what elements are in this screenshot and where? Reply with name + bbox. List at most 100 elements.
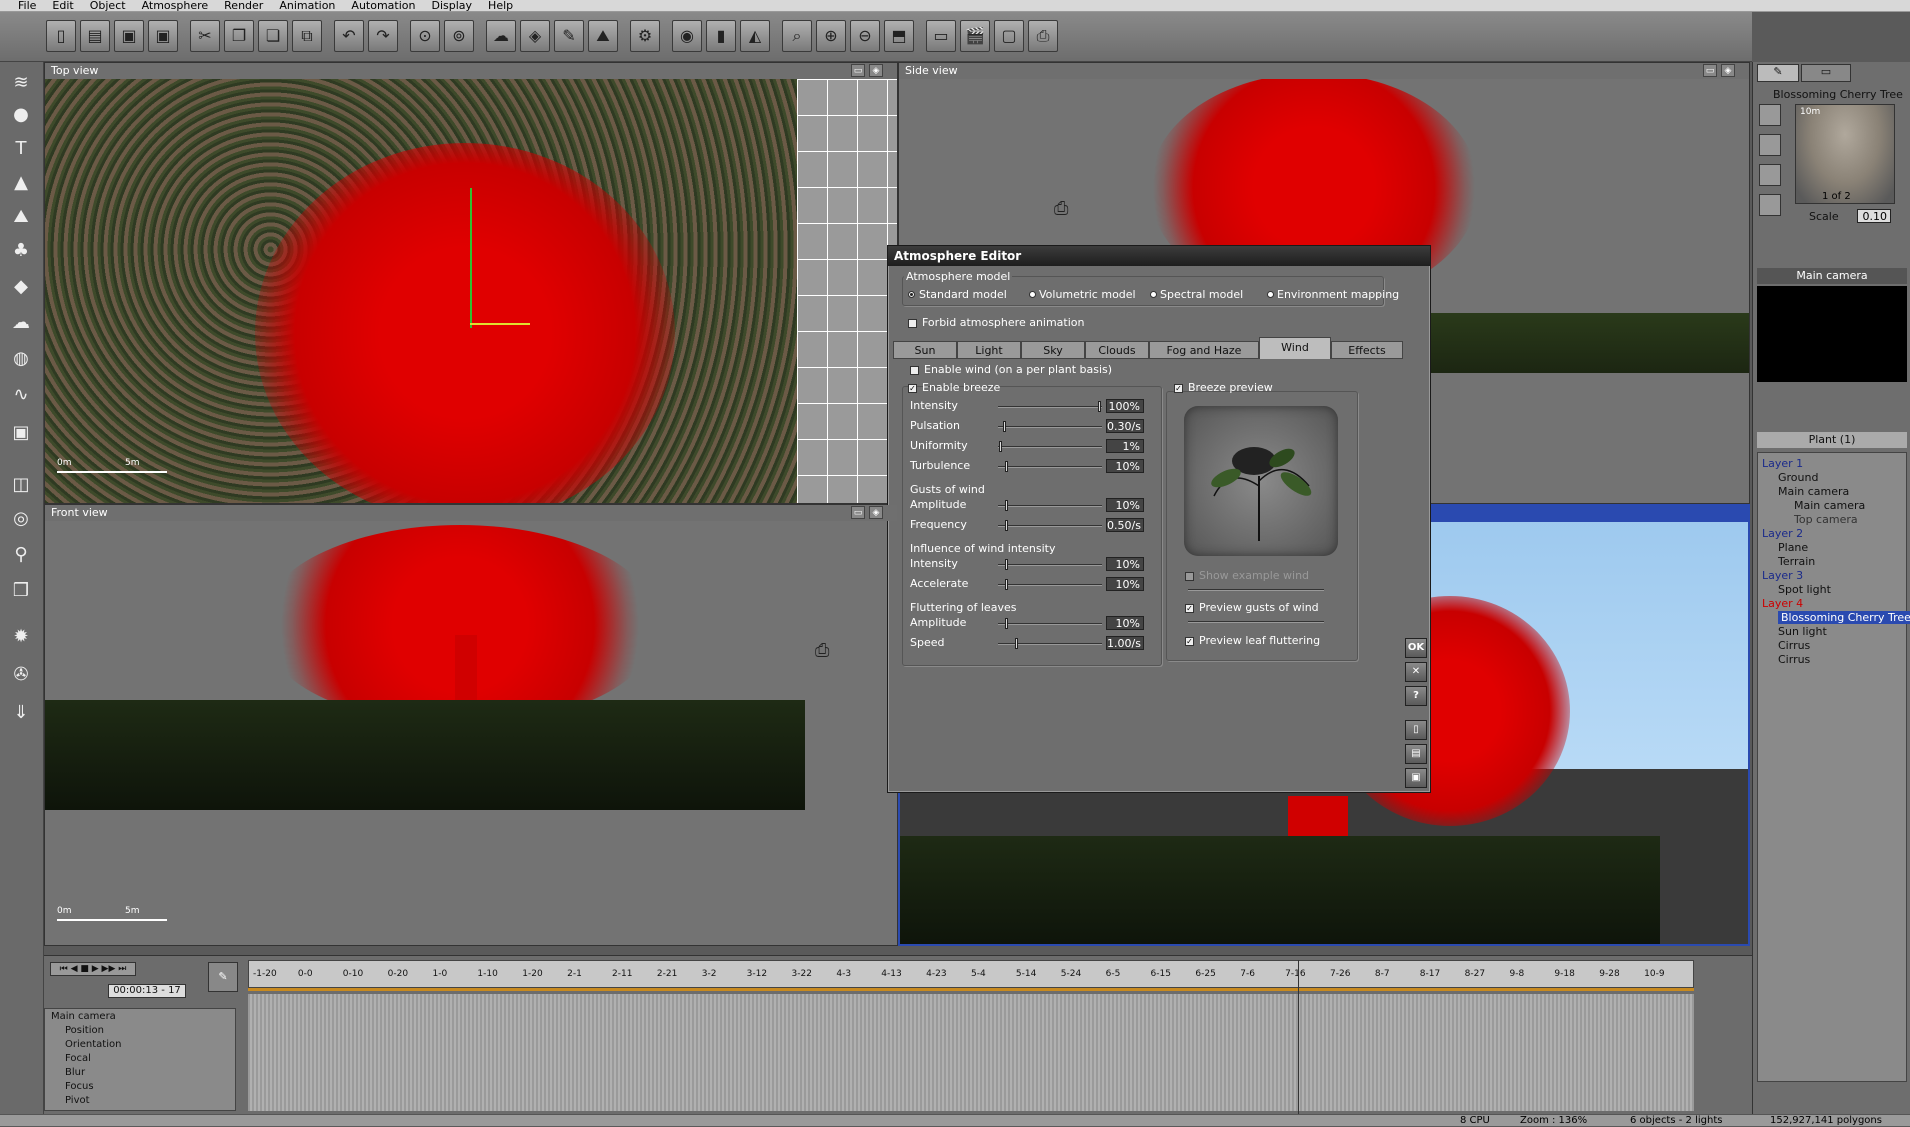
material-btn[interactable] (1759, 104, 1781, 126)
tab-fog-and-haze[interactable]: Fog and Haze (1149, 341, 1259, 359)
menu-display[interactable]: Display (424, 0, 481, 11)
example-wind-slider[interactable] (1188, 589, 1324, 591)
zoom-in-icon[interactable]: ⊕ (816, 20, 846, 52)
material-preview[interactable]: 10m 1 of 2 (1795, 104, 1895, 204)
preview-leaf-checkbox[interactable]: ✓ (1185, 637, 1194, 646)
menu-atmosphere[interactable]: Atmosphere (134, 0, 217, 11)
menu-automation[interactable]: Automation (343, 0, 423, 11)
save-atmosphere-button[interactable]: ▣ (1405, 768, 1427, 788)
layer-item[interactable]: Layer 1 (1762, 457, 1803, 470)
world-item[interactable]: Sun light (1778, 625, 1827, 638)
tab-library[interactable]: ▭ (1801, 64, 1851, 82)
save-icon[interactable]: ▣ (114, 20, 144, 52)
flutter-amplitude-value[interactable]: 10% (1106, 616, 1144, 630)
camera-selector[interactable]: Main camera (1757, 268, 1907, 284)
redo-icon[interactable]: ↷ (368, 20, 398, 52)
plant-icon[interactable]: ♣ (5, 236, 37, 266)
camera-icon[interactable]: ⎙ (1028, 20, 1058, 52)
gusts-preview-slider[interactable] (1188, 621, 1324, 623)
influence-accelerate-value[interactable]: 10% (1106, 577, 1144, 591)
radio-environment-mapping[interactable] (1267, 291, 1274, 298)
camera-icon[interactable]: ⎙ (815, 640, 829, 661)
radio-standard-model[interactable] (908, 291, 915, 298)
front-viewport[interactable]: Front view ▭ ◈ ⎙ 0m 5m (44, 504, 898, 946)
gusts-frequency-value[interactable]: 0.50/s (1106, 518, 1144, 532)
clapper-icon[interactable]: 🎬 (960, 20, 990, 52)
influence-intensity-slider[interactable] (998, 559, 1102, 570)
preview-gusts-checkbox[interactable]: ✓ (1185, 604, 1194, 613)
select-icon[interactable]: ⊙ (410, 20, 440, 52)
influence-intensity-value[interactable]: 10% (1106, 557, 1144, 571)
boolean-icon[interactable]: ◫ (5, 470, 37, 500)
terrain-icon[interactable]: ▲ (5, 168, 37, 198)
breeze-intensity-value[interactable]: 100% (1106, 399, 1144, 413)
enable-wind-checkbox[interactable] (910, 366, 919, 375)
influence-accelerate-slider-knob[interactable] (1005, 579, 1008, 590)
track-item[interactable]: Pivot (65, 1095, 90, 1106)
world-item[interactable]: Cirrus (1778, 653, 1810, 666)
camera-icon[interactable]: ⎙ (1054, 198, 1068, 219)
text-icon[interactable]: T (5, 134, 37, 164)
breeze-uniformity-slider[interactable] (998, 441, 1102, 452)
flutter-speed-slider-knob[interactable] (1015, 638, 1018, 649)
undo-icon[interactable]: ↶ (334, 20, 364, 52)
metablob-icon[interactable]: ◎ (5, 504, 37, 534)
layer-item[interactable]: Layer 4 (1762, 597, 1803, 610)
flutter-speed-value[interactable]: 1.00/s (1106, 636, 1144, 650)
plant-editor-icon[interactable]: ✎ (554, 20, 584, 52)
track-item[interactable]: Position (65, 1025, 104, 1036)
checker-icon[interactable] (1759, 134, 1781, 156)
breeze-turbulence-slider-knob[interactable] (1005, 461, 1008, 472)
menu-file[interactable]: File (10, 0, 44, 11)
new-atmosphere-button[interactable]: ▯ (1405, 720, 1427, 740)
world-item[interactable]: Terrain (1778, 555, 1815, 568)
menu-help[interactable]: Help (480, 0, 521, 11)
world-item[interactable]: Main camera (1778, 485, 1849, 498)
world-item[interactable]: Main camera (1794, 499, 1865, 512)
radio-spectral-model[interactable] (1150, 291, 1157, 298)
zoom-out-icon[interactable]: ⊖ (850, 20, 880, 52)
terrain-editor-icon[interactable]: ⛰ (588, 20, 618, 52)
track-item[interactable]: Main camera (51, 1011, 116, 1022)
rock-icon[interactable]: ◆ (5, 272, 37, 302)
maximize-icon[interactable]: ▭ (851, 64, 865, 77)
layer-item[interactable]: Layer 3 (1762, 569, 1803, 582)
breeze-intensity-slider-knob[interactable] (1098, 401, 1101, 412)
tab-effects[interactable]: Effects (1331, 341, 1403, 359)
film-icon[interactable]: ▭ (926, 20, 956, 52)
playback-controls[interactable]: ⏮ ◀ ■ ▶ ▶▶ ⏭ (50, 962, 136, 976)
save-as-icon[interactable]: ▣ (148, 20, 178, 52)
water-icon[interactable]: ≋ (5, 68, 37, 98)
track-item[interactable]: Focal (65, 1053, 91, 1064)
open-icon[interactable]: ▤ (80, 20, 110, 52)
gusts-frequency-slider[interactable] (998, 520, 1102, 531)
world-item[interactable]: Plane (1778, 541, 1808, 554)
track-item[interactable]: Focus (65, 1081, 94, 1092)
keyframe-icon[interactable]: ✎ (208, 962, 238, 992)
world-item[interactable]: Top camera (1794, 513, 1858, 526)
breeze-pulsation-slider-knob[interactable] (1003, 421, 1006, 432)
world-item[interactable]: Blossoming Cherry Tree (1778, 611, 1910, 624)
flutter-speed-slider[interactable] (998, 638, 1102, 649)
breeze-pulsation-slider[interactable] (998, 421, 1102, 432)
time-ruler[interactable]: -1-20 0-0 0-10 0-20 1-0 1-10 1-20 2-1 2-11 2-21 3-… (248, 960, 1694, 988)
influence-accelerate-slider[interactable] (998, 579, 1102, 590)
select-all-icon[interactable]: ⊚ (444, 20, 474, 52)
render-icon[interactable]: ◉ (672, 20, 702, 52)
track-area[interactable] (248, 994, 1694, 1111)
track-item[interactable]: Blur (65, 1067, 85, 1078)
load-atmosphere-button[interactable]: ▤ (1405, 744, 1427, 764)
radio-volumetric-model[interactable] (1029, 291, 1036, 298)
cube-icon[interactable]: ▣ (5, 418, 37, 448)
breeze-uniformity-value[interactable]: 1% (1106, 439, 1144, 453)
sphere-icon[interactable]: ● (5, 100, 37, 130)
breeze-uniformity-slider-knob[interactable] (999, 441, 1002, 452)
viewport-options-icon[interactable]: ◈ (1721, 64, 1735, 77)
align-icon[interactable]: ▮ (706, 20, 736, 52)
maximize-icon[interactable]: ▭ (1703, 64, 1717, 77)
tab-clouds[interactable]: Clouds (1085, 341, 1149, 359)
atmosphere-icon[interactable]: ☁ (486, 20, 516, 52)
layer-item[interactable]: Layer 2 (1762, 527, 1803, 540)
viewport-options-icon[interactable]: ◈ (869, 506, 883, 519)
fan-icon[interactable]: ✇ (5, 660, 37, 690)
